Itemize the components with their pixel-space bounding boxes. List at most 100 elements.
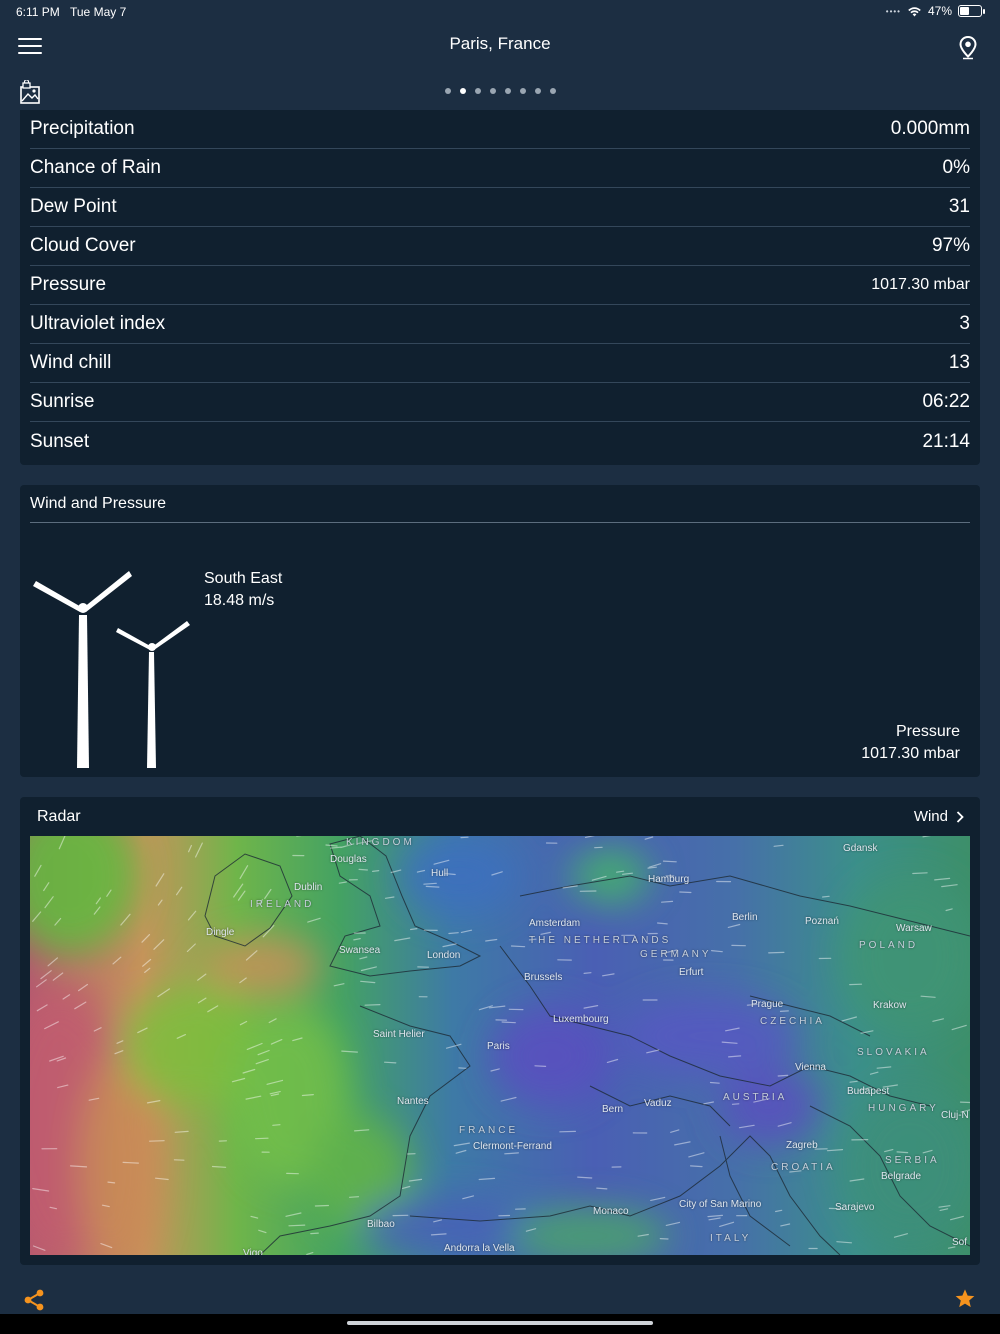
map-label: Poznań xyxy=(805,916,839,927)
map-label: Sof xyxy=(952,1237,968,1248)
wind-info: South East 18.48 m/s xyxy=(204,568,282,612)
map-label: Budapest xyxy=(847,1086,890,1097)
wind-streak xyxy=(358,868,368,871)
map-label: Bilbao xyxy=(367,1219,395,1230)
wind-streak xyxy=(288,1224,306,1227)
map-label: Krakow xyxy=(873,1000,907,1011)
map-label: Clermont-Ferrand xyxy=(473,1141,552,1152)
detail-value: 0.000mm xyxy=(890,118,970,139)
map-label: Vigo xyxy=(243,1248,263,1255)
wind-streak xyxy=(709,1081,720,1084)
map-label: Andorra la Vella xyxy=(444,1243,515,1254)
wind-streak xyxy=(583,972,592,974)
wind-card-divider xyxy=(30,522,970,523)
map-label: Dingle xyxy=(206,927,235,938)
map-label: THE NETHERLANDS xyxy=(529,935,672,946)
map-label: Hull xyxy=(431,868,449,879)
page-dot[interactable] xyxy=(474,88,481,94)
map-label: Belgrade xyxy=(881,1171,922,1182)
wind-direction: South East xyxy=(204,570,283,587)
map-label: KINGDOM xyxy=(346,837,415,848)
map-label: ITALY xyxy=(710,1233,752,1244)
map-label: FRANCE xyxy=(459,1125,519,1136)
share-icon[interactable] xyxy=(22,1288,46,1312)
home-indicator[interactable] xyxy=(347,1321,653,1325)
pressure-info: Pressure 1017.30 mbar xyxy=(861,721,960,765)
map-label: CZECHIA xyxy=(760,1016,825,1027)
wind-streak xyxy=(211,1165,227,1168)
wifi-icon xyxy=(908,6,921,16)
detail-value: 0% xyxy=(942,157,970,178)
page-indicator[interactable] xyxy=(0,88,1000,94)
map-label: Vaduz xyxy=(644,1098,672,1109)
wind-streak xyxy=(679,891,692,894)
detail-row: Wind chill 13 xyxy=(30,344,970,383)
map-label: Cluj-N xyxy=(941,1110,969,1121)
detail-row: Sunrise 06:22 xyxy=(30,383,970,422)
detail-label: Ultraviolet index xyxy=(30,313,166,334)
detail-value: 31 xyxy=(948,196,970,217)
map-label: Vienna xyxy=(795,1062,826,1073)
radar-card: Radar Wind Douglas KINGDOM Hull Dublin I… xyxy=(20,797,980,1265)
page-dot[interactable] xyxy=(504,88,511,94)
wind-streak xyxy=(310,1232,319,1235)
status-time: 6:11 PM xyxy=(16,5,60,19)
map-label: SLOVAKIA xyxy=(857,1047,930,1058)
status-indicators: •••• 47% xyxy=(885,4,985,18)
wind-streak xyxy=(896,1151,909,1154)
wind-streak xyxy=(731,1103,740,1105)
map-label: Gdansk xyxy=(843,843,878,854)
detail-row: Ultraviolet index 3 xyxy=(30,305,970,344)
radar-map[interactable]: Douglas KINGDOM Hull Dublin IRELAND Dingle Swa… xyxy=(30,836,970,1255)
map-label: Zagreb xyxy=(786,1140,818,1151)
detail-label: Sunrise xyxy=(30,391,95,412)
map-label: City of San Marino xyxy=(679,1199,762,1210)
detail-row: Pressure 1017.30 mbar xyxy=(30,266,970,305)
location-pin-icon[interactable] xyxy=(958,36,978,60)
status-bar: 6:11 PM Tue May 7 •••• 47% xyxy=(0,0,1000,24)
radar-title: Radar xyxy=(37,808,81,825)
pressure-label: Pressure xyxy=(895,723,960,740)
page-dot[interactable] xyxy=(444,88,451,94)
detail-value: 1017.30 mbar xyxy=(871,276,970,293)
status-date: Tue May 7 xyxy=(70,5,127,19)
wind-streak xyxy=(777,1074,789,1077)
detail-row: Dew Point 31 xyxy=(30,188,970,227)
map-label: Nantes xyxy=(397,1096,429,1107)
star-icon[interactable] xyxy=(954,1288,976,1310)
wind-streak xyxy=(912,872,928,875)
detail-row: Sunset 21:14 xyxy=(30,422,970,461)
detail-label: Dew Point xyxy=(30,196,117,217)
map-label: Prague xyxy=(751,999,784,1010)
page-dot[interactable] xyxy=(534,88,541,94)
detail-row: Precipitation 0.000mm xyxy=(30,110,970,149)
wind-streak xyxy=(448,932,459,935)
wind-streak xyxy=(272,1124,281,1126)
bottom-toolbar xyxy=(0,1278,1000,1314)
map-label: Dublin xyxy=(294,882,323,893)
map-label: Douglas xyxy=(330,854,367,865)
map-label: Monaco xyxy=(593,1206,629,1217)
page-dot[interactable] xyxy=(519,88,526,94)
wind-card-title: Wind and Pressure xyxy=(30,495,167,512)
wind-streak xyxy=(148,1140,165,1142)
detail-row: Cloud Cover 97% xyxy=(30,227,970,266)
wind-streak xyxy=(384,1061,397,1064)
map-label: SERBIA xyxy=(885,1155,940,1166)
page-dot[interactable] xyxy=(549,88,556,94)
map-label: Berlin xyxy=(732,912,758,923)
wind-streak xyxy=(122,1161,140,1164)
page-dot[interactable] xyxy=(489,88,496,94)
radar-layer-label: Wind xyxy=(913,808,948,825)
map-label: POLAND xyxy=(859,940,919,951)
map-label: London xyxy=(427,950,461,961)
detail-value: 13 xyxy=(948,352,970,373)
map-label: Hamburg xyxy=(648,874,690,885)
detail-label: Chance of Rain xyxy=(30,157,161,178)
signal-dots-icon: •••• xyxy=(885,6,901,16)
wind-streak xyxy=(255,1137,269,1140)
radar-layer-link[interactable]: Wind xyxy=(914,808,964,825)
wind-turbine-icon xyxy=(33,571,190,768)
page-dot[interactable] xyxy=(459,88,466,94)
map-label: Brussels xyxy=(524,972,563,983)
